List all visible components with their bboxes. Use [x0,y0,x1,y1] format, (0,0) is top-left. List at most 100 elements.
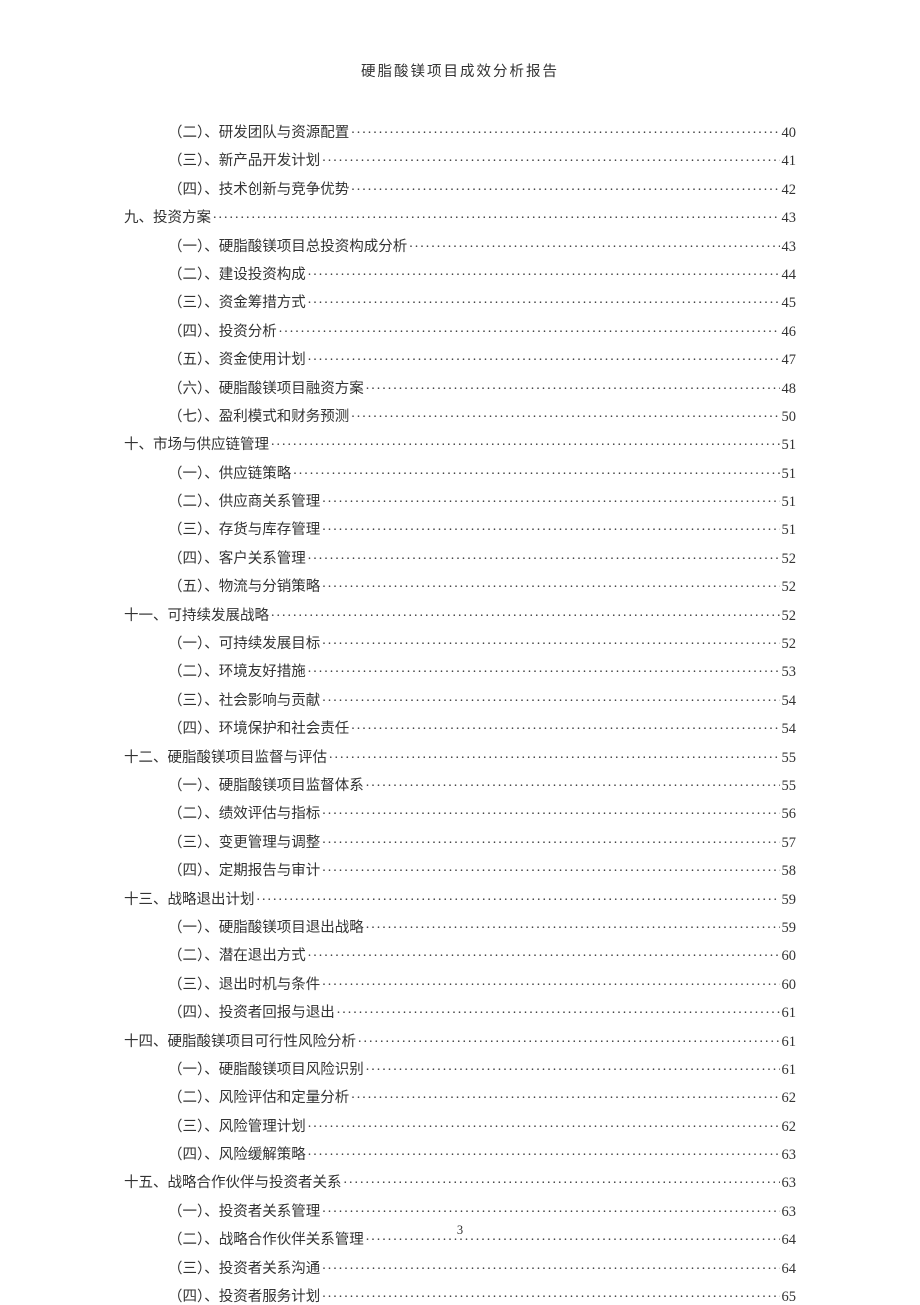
toc-entry-title: （五）、物流与分销策略 [168,580,320,595]
toc-entry: 十、市场与供应链管理51 [124,435,796,453]
toc-entry-title: （一）、供应链策略 [168,467,291,482]
toc-entry-page: 61 [782,1035,797,1050]
toc-entry-title: （二）、研发团队与资源配置 [168,126,349,141]
toc-entry-page: 65 [782,1290,797,1305]
toc-entry-title: （七）、盈利模式和财务预测 [168,410,349,425]
toc-entry: （四）、投资分析46 [124,322,796,340]
toc-entry-title: （一）、硬脂酸镁项目总投资构成分析 [168,240,407,255]
toc-entry-page: 52 [782,580,797,595]
toc-leader-dots [279,322,780,336]
toc-entry-page: 53 [782,665,797,680]
toc-leader-dots [351,719,779,733]
toc-entry: （三）、风险管理计划 62 [124,1117,796,1135]
toc-leader-dots [366,776,780,790]
toc-entry-title: （三）、存货与库存管理 [168,523,320,538]
document-header: 硬脂酸镁项目成效分析报告 [124,60,796,81]
toc-entry-page: 62 [782,1091,797,1106]
toc-entry-page: 58 [782,864,797,879]
toc-entry-page: 59 [782,893,797,908]
toc-leader-dots [322,577,779,591]
toc-entry-page: 51 [782,523,797,538]
toc-entry-title: （四）、投资者服务计划 [168,1290,320,1305]
toc-leader-dots [293,464,779,478]
toc-entry-page: 43 [782,211,797,226]
toc-entry-page: 61 [782,1063,797,1078]
toc-entry-page: 44 [782,268,797,283]
toc-leader-dots [366,379,780,393]
toc-entry: （四）、技术创新与竞争优势 42 [124,180,796,198]
toc-entry: （三）、社会影响与贡献54 [124,691,796,709]
toc-leader-dots [308,293,780,307]
toc-entry-title: （六）、硬脂酸镁项目融资方案 [168,382,364,397]
toc-entry: （二）、风险评估和定量分析62 [124,1088,796,1106]
toc-leader-dots [308,350,780,364]
toc-entry: （一）、可持续发展目标52 [124,634,796,652]
toc-leader-dots [308,549,780,563]
toc-entry-title: （二）、建设投资构成 [168,268,306,283]
toc-entry: 十五、战略合作伙伴与投资者关系 63 [124,1173,796,1191]
toc-entry-title: （四）、投资分析 [168,325,277,340]
toc-entry-title: 十三、战略退出计划 [124,893,255,908]
toc-leader-dots [257,890,780,904]
toc-entry: （一）、硬脂酸镁项目风险识别61 [124,1060,796,1078]
toc-entry: （三）、投资者关系沟通 64 [124,1259,796,1277]
toc-entry-title: （一）、可持续发展目标 [168,637,320,652]
toc-entry-title: 十四、硬脂酸镁项目可行性风险分析 [124,1035,356,1050]
toc-leader-dots [322,804,779,818]
toc-leader-dots [344,1173,780,1187]
toc-entry: （五）、资金使用计划47 [124,350,796,368]
toc-entry-title: 十五、战略合作伙伴与投资者关系 [124,1176,342,1191]
toc-leader-dots [308,1145,780,1159]
toc-leader-dots [322,691,779,705]
toc-entry-title: （四）、风险缓解策略 [168,1148,306,1163]
toc-entry: （一）、硬脂酸镁项目退出战略59 [124,918,796,936]
toc-entry: （四）、环境保护和社会责任54 [124,719,796,737]
page-number: 3 [0,1223,920,1238]
toc-entry: （七）、盈利模式和财务预测 50 [124,407,796,425]
toc-leader-dots [351,180,779,194]
toc-entry: （四）、投资者回报与退出61 [124,1003,796,1021]
toc-entry-page: 41 [782,154,797,169]
toc-leader-dots [308,1117,780,1131]
toc-entry-title: （三）、风险管理计划 [168,1120,306,1135]
toc-entry-page: 42 [782,183,797,198]
toc-leader-dots [322,520,779,534]
toc-leader-dots [308,265,780,279]
toc-entry: （一）、硬脂酸镁项目总投资构成分析43 [124,237,796,255]
toc-entry-title: （一）、硬脂酸镁项目退出战略 [168,921,364,936]
toc-entry-page: 50 [782,410,797,425]
toc-leader-dots [308,946,780,960]
toc-entry-page: 63 [782,1176,797,1191]
toc-entry-page: 52 [782,552,797,567]
toc-entry: （三）、存货与库存管理 51 [124,520,796,538]
toc-entry-title: （三）、投资者关系沟通 [168,1262,320,1277]
toc-entry: （三）、资金筹措方式 45 [124,293,796,311]
toc-entry-title: （二）、潜在退出方式 [168,949,306,964]
toc-leader-dots [322,492,779,506]
toc-entry: （一）、投资者关系管理63 [124,1202,796,1220]
toc-entry: （四）、风险缓解策略63 [124,1145,796,1163]
toc-entry: 九、投资方案43 [124,208,796,226]
toc-entry-title: 十一、可持续发展战略 [124,609,269,624]
toc-entry: （二）、环境友好措施53 [124,662,796,680]
toc-entry-title: （四）、投资者回报与退出 [168,1006,335,1021]
toc-entry: 十一、可持续发展战略 52 [124,606,796,624]
toc-entry: 十三、战略退出计划 59 [124,890,796,908]
toc-leader-dots [322,1287,779,1301]
toc-entry-page: 52 [782,609,797,624]
toc-entry: 十二、硬脂酸镁项目监督与评估55 [124,748,796,766]
toc-entry: （三）、变更管理与调整57 [124,833,796,851]
toc-entry-page: 40 [782,126,797,141]
toc-entry-page: 56 [782,807,797,822]
toc-entry: （二）、潜在退出方式60 [124,946,796,964]
toc-entry-page: 64 [782,1262,797,1277]
toc-entry-page: 62 [782,1120,797,1135]
toc-entry: （二）、供应商关系管理51 [124,492,796,510]
toc-entry-page: 55 [782,751,797,766]
toc-entry-title: （三）、资金筹措方式 [168,296,306,311]
toc-entry-title: （四）、技术创新与竞争优势 [168,183,349,198]
toc-entry-page: 51 [782,438,797,453]
toc-entry-page: 63 [782,1205,797,1220]
toc-entry-page: 45 [782,296,797,311]
toc-entry-page: 51 [782,467,797,482]
